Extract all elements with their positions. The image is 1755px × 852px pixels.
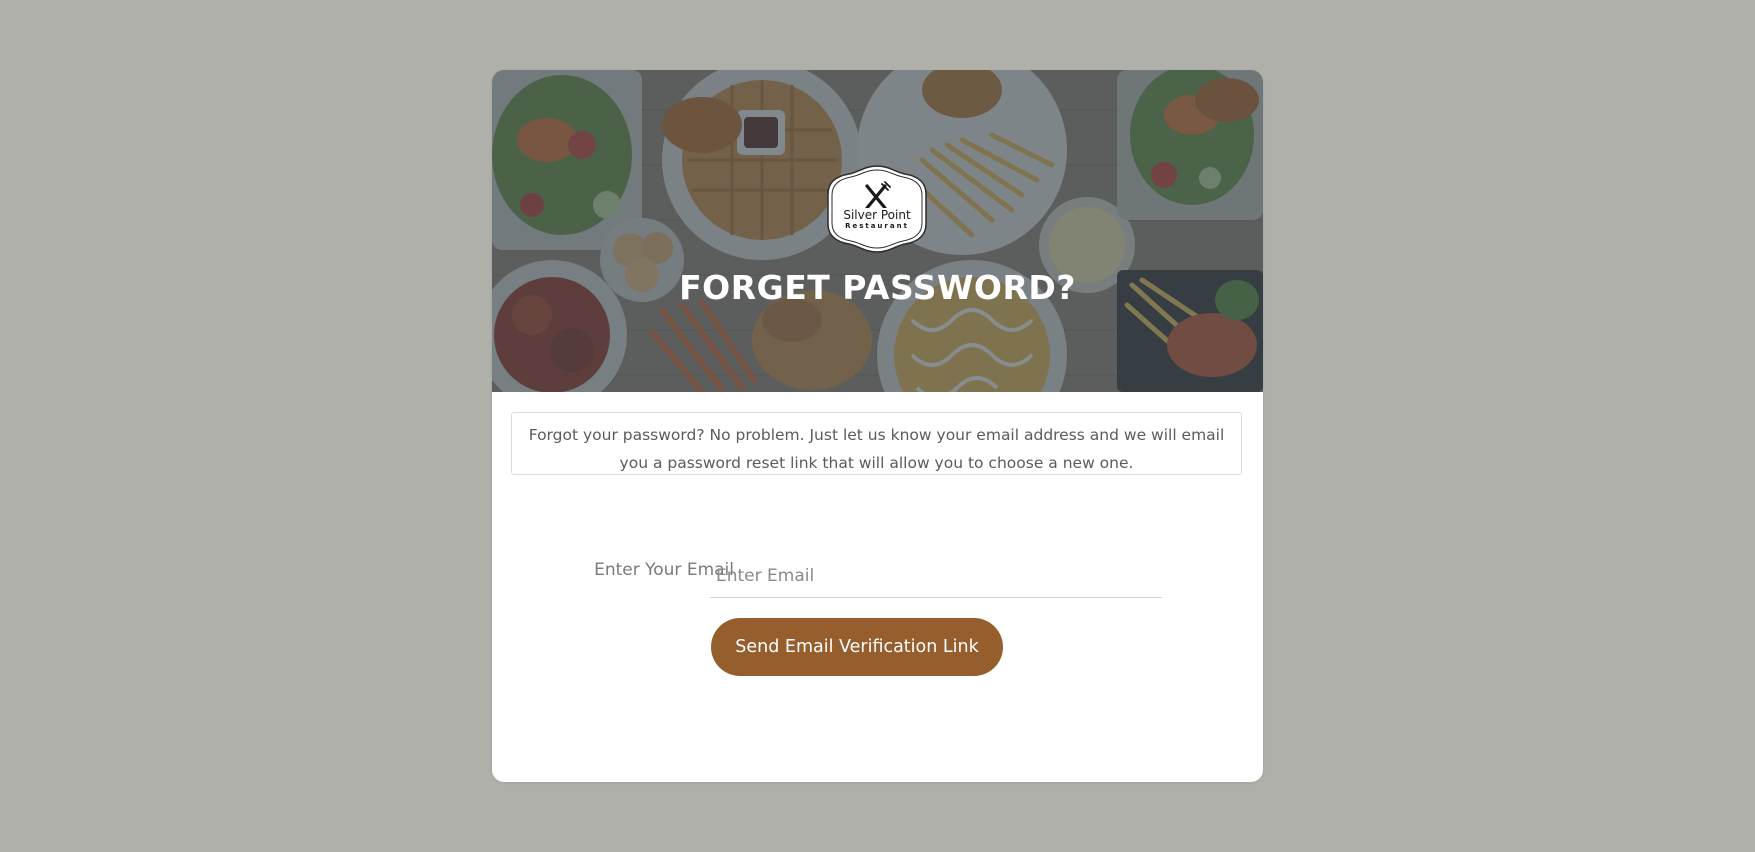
logo-name: Silver Point [843,208,911,222]
email-label: Enter Your Email [594,560,734,580]
email-input[interactable] [710,554,1162,598]
page-title: FORGET PASSWORD? [679,268,1076,307]
logo-subtitle: Restaurant [845,222,909,230]
fork-knife-icon [865,181,891,208]
send-verification-link-button[interactable]: Send Email Verification Link [711,618,1003,676]
forgot-password-card: Silver Point Restaurant FORGET PASSWORD?… [492,70,1263,782]
hero-banner: Silver Point Restaurant FORGET PASSWORD? [492,70,1263,392]
info-message: Forgot your password? No problem. Just l… [511,412,1242,475]
restaurant-logo: Silver Point Restaurant [825,164,929,254]
